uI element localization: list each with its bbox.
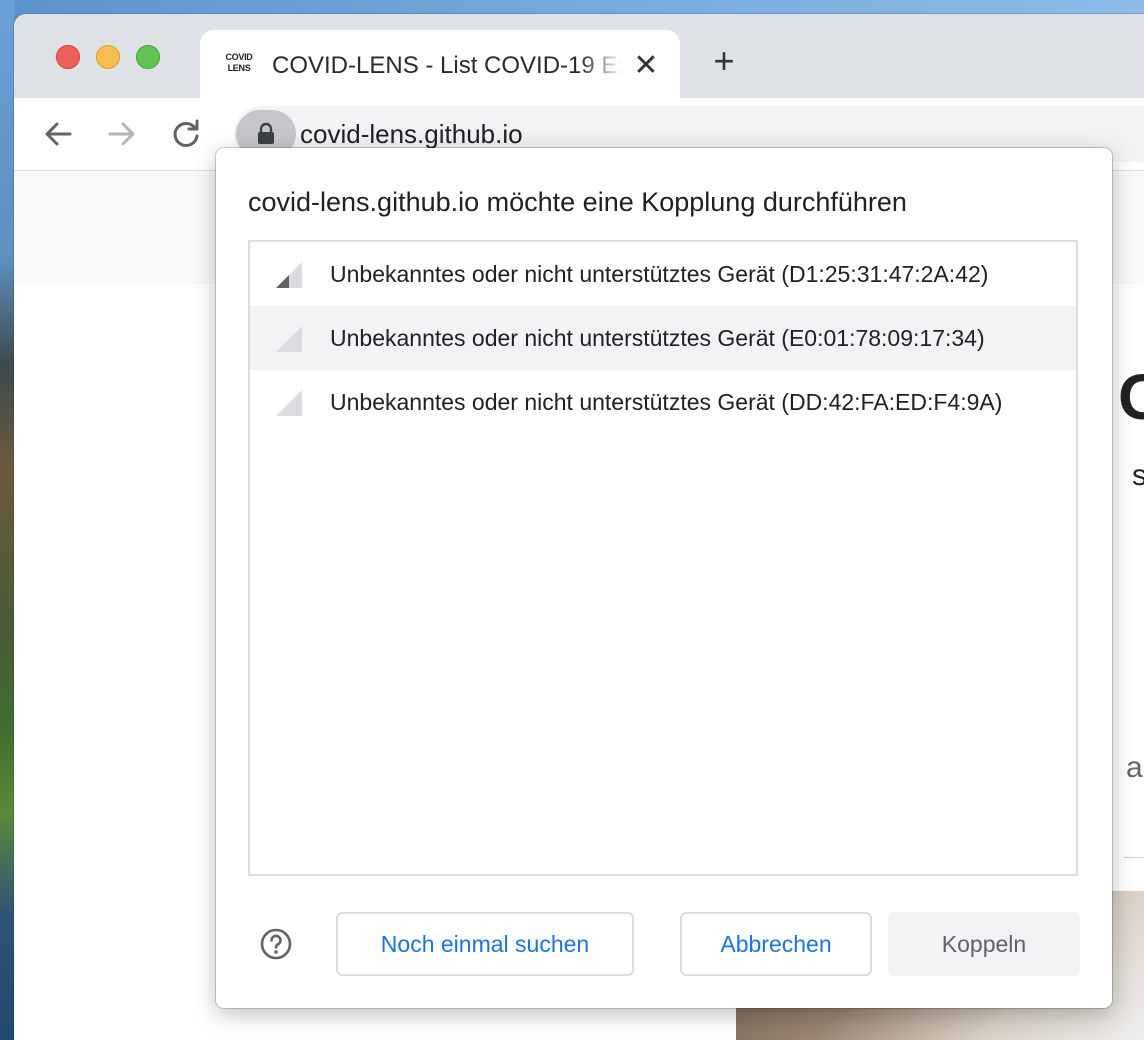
arrow-left-icon <box>45 122 72 146</box>
new-tab-button[interactable]: + <box>706 43 742 80</box>
signal-strength-icon <box>276 326 302 352</box>
help-circle-icon[interactable] <box>260 928 292 960</box>
device-list-item[interactable]: Unbekanntes oder nicht unterstütztes Ger… <box>250 370 1076 434</box>
cancel-button[interactable]: Abbrechen <box>680 912 872 976</box>
site-favicon-icon: COVID LENS <box>224 52 254 80</box>
window-maximize-button[interactable] <box>136 45 160 69</box>
signal-strength-icon <box>276 390 302 416</box>
tab-covid-lens[interactable]: COVID LENS COVID-LENS - List COVID-19 Ex… <box>200 30 680 98</box>
rescan-button[interactable]: Noch einmal suchen <box>336 912 634 976</box>
dialog-title: covid-lens.github.io möchte eine Kopplun… <box>248 187 907 217</box>
page-heading-fragment: O <box>1118 361 1144 433</box>
device-list-item[interactable]: Unbekanntes oder nicht unterstütztes Ger… <box>250 242 1076 306</box>
device-name: Unbekanntes oder nicht unterstütztes Ger… <box>330 261 989 287</box>
back-button[interactable] <box>38 114 78 154</box>
arrow-right-icon <box>108 122 135 146</box>
desktop-wallpaper <box>0 0 14 1040</box>
tab-strip: COVID LENS COVID-LENS - List COVID-19 Ex… <box>14 14 1144 98</box>
device-name: Unbekanntes oder nicht unterstütztes Ger… <box>330 325 985 351</box>
tab-close-icon[interactable]: ✕ <box>632 51 660 81</box>
reload-icon <box>173 119 199 147</box>
window-close-button[interactable] <box>56 45 80 69</box>
pair-button[interactable]: Koppeln <box>888 912 1080 976</box>
device-list-item[interactable]: Unbekanntes oder nicht unterstütztes Ger… <box>250 306 1076 370</box>
page-text-fragment: s <box>1132 459 1144 492</box>
signal-strength-icon <box>276 262 302 288</box>
window-minimize-button[interactable] <box>96 45 120 69</box>
favicon-text-line1: COVID <box>225 52 253 62</box>
bluetooth-chooser-dialog: covid-lens.github.io möchte eine Kopplun… <box>216 148 1112 1008</box>
page-text-fragment-2: a <box>1126 751 1143 784</box>
forward-button[interactable] <box>102 114 142 154</box>
favicon-text-line2: LENS <box>227 63 251 73</box>
reload-button[interactable] <box>166 114 206 154</box>
device-list[interactable]: Unbekanntes oder nicht unterstütztes Ger… <box>248 240 1078 876</box>
page-divider <box>1124 857 1144 858</box>
lock-icon <box>258 122 274 144</box>
device-name: Unbekanntes oder nicht unterstütztes Ger… <box>330 389 1003 415</box>
tab-title: COVID-LENS - List COVID-19 Exposure Noti… <box>272 52 622 79</box>
desktop-wallpaper-top <box>0 0 1144 14</box>
url-text[interactable]: covid-lens.github.io <box>300 116 523 152</box>
